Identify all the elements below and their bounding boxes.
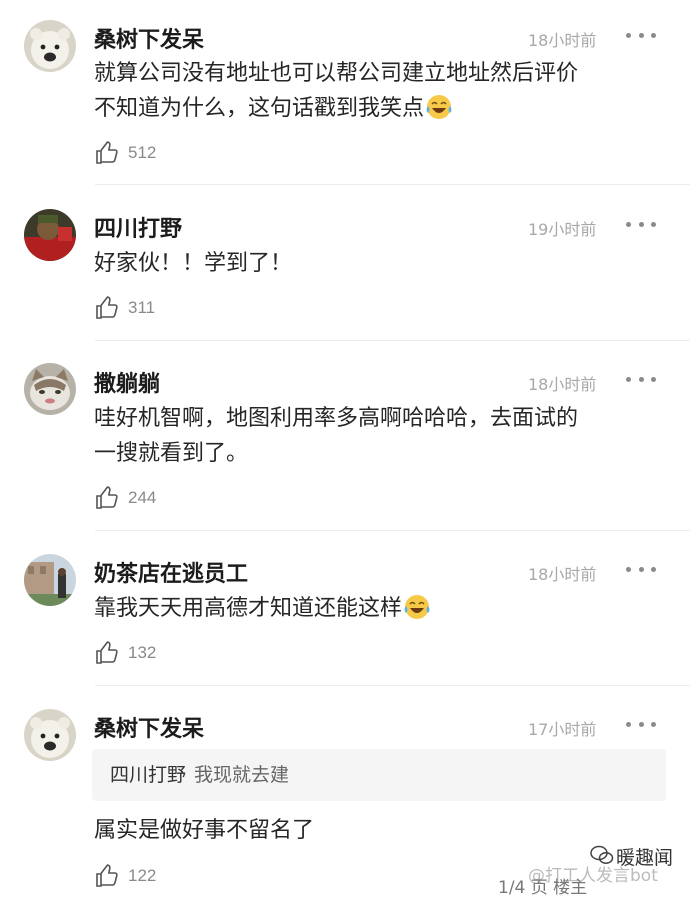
divider [95,340,690,341]
comment-text: 就算公司没有地址也可以帮公司建立地址然后评价 不知道为什么，这句话戳到我笑点 [94,56,674,126]
more-dots-icon[interactable] [626,564,656,574]
timestamp: 18小时前 [528,565,597,584]
comment-line: 靠我天天用高德才知道还能这样 [94,591,674,626]
comment-line-text: 不知道为什么，这句话戳到我笑点 [94,96,425,121]
like-button[interactable]: 311 [94,295,155,321]
more-dots-icon[interactable] [626,219,656,229]
thumbs-up-icon [96,864,118,887]
comment-line: 一搜就看到了。 [94,441,249,466]
username[interactable]: 桑树下发呆 [94,711,204,743]
avatar-bear[interactable] [24,20,76,72]
comment-line: 就算公司没有地址也可以帮公司建立地址然后评价 [94,61,579,86]
quoted-reply[interactable]: 四川打野 我现就去建 [92,749,666,801]
divider [95,530,690,531]
comment-text: 好家伙！！学到了！ [94,246,674,281]
like-count: 122 [128,866,157,885]
comment-text: 哇好机智啊，地图利用率多高啊哈哈哈，去面试的 一搜就看到了。 [94,401,674,471]
avatar-street[interactable] [24,554,76,606]
avatar-cat[interactable] [24,363,76,415]
comment-line: 好家伙！！学到了！ [94,251,293,276]
like-count: 311 [128,298,156,317]
comment-text: 属实是做好事不留名了 [94,813,674,848]
like-count: 512 [128,143,157,162]
comment-text: 靠我天天用高德才知道还能这样 [94,591,674,626]
tears-of-joy-emoji-icon [426,94,452,120]
watermark-page-indicator: 1/4 页 楼主 [498,878,588,898]
comment-line: 不知道为什么，这句话戳到我笑点 [94,91,674,126]
like-button[interactable]: 122 [94,863,156,889]
timestamp: 18小时前 [528,31,597,50]
username[interactable]: 四川打野 [94,211,182,243]
thumbs-up-icon [96,641,118,664]
more-dots-icon[interactable] [626,719,656,729]
tears-of-joy-emoji-icon [404,594,430,620]
thumbs-up-icon [96,141,118,164]
like-count: 132 [128,643,157,662]
quoted-text: 我现就去建 [194,764,290,786]
timestamp: 18小时前 [528,375,597,394]
username[interactable]: 奶茶店在逃员工 [94,556,248,588]
divider [95,184,690,185]
avatar-warrior[interactable] [24,209,76,261]
like-button[interactable]: 512 [94,140,156,166]
timestamp: 19小时前 [528,220,597,239]
like-button[interactable]: 244 [94,485,156,511]
username[interactable]: 撒躺躺 [94,366,160,398]
more-dots-icon[interactable] [626,374,656,384]
timestamp: 17小时前 [528,720,597,739]
thumbs-up-icon [96,486,118,509]
divider [95,685,690,686]
avatar-bear[interactable] [24,709,76,761]
more-dots-icon[interactable] [626,30,656,40]
thumbs-up-icon [96,296,118,319]
like-button[interactable]: 132 [94,640,156,666]
username[interactable]: 桑树下发呆 [94,22,204,54]
comment-line: 属实是做好事不留名了 [94,818,315,843]
comment-line: 哇好机智啊，地图利用率多高啊哈哈哈，去面试的 [94,406,579,431]
quoted-username: 四川打野 [110,764,187,786]
comment-line-text: 靠我天天用高德才知道还能这样 [94,596,403,621]
like-count: 244 [128,488,157,507]
